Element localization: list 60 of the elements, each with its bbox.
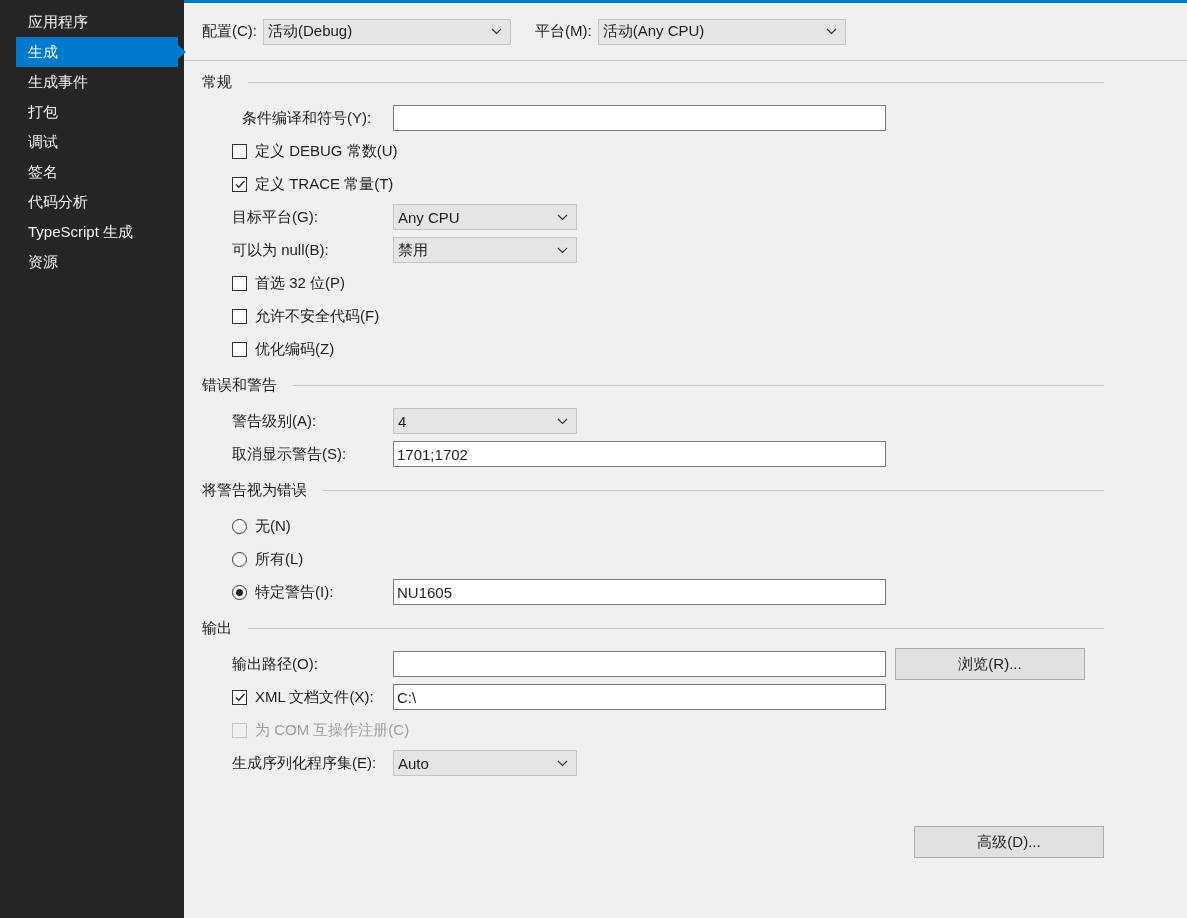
- checkbox-label: 为 COM 互操作注册(C): [255, 720, 410, 740]
- chevron-down-icon: [825, 28, 837, 35]
- field-label: 警告级别(A):: [232, 411, 318, 431]
- checkbox[interactable]: [232, 143, 247, 159]
- radio-label: 无(N): [255, 516, 291, 536]
- field-label: 条件编译和符号(Y):: [241, 108, 373, 128]
- sidebar-item[interactable]: 资源: [16, 247, 186, 277]
- field-label: 生成序列化程序集(E):: [232, 753, 378, 773]
- text-field[interactable]: NU1605: [393, 579, 886, 605]
- browse-button[interactable]: 浏览(R)...: [895, 648, 1085, 680]
- dropdown[interactable]: 活动(Any CPU): [597, 18, 846, 45]
- sidebar-item[interactable]: 生成事件: [16, 67, 186, 97]
- chevron-down-icon: [557, 213, 568, 221]
- section-heading: 常规: [202, 72, 232, 92]
- checkbox[interactable]: [232, 176, 247, 192]
- sidebar-item[interactable]: 代码分析: [16, 187, 186, 217]
- section-heading: 将警告视为错误: [202, 480, 307, 500]
- chevron-down-icon: [557, 246, 568, 254]
- radio-label: 特定警告(I):: [255, 582, 334, 602]
- chevron-down-icon: [557, 759, 568, 767]
- toolbar-label: 配置(C):: [202, 22, 257, 41]
- text-field[interactable]: [393, 651, 886, 677]
- radio-button[interactable]: [232, 518, 247, 534]
- text-field[interactable]: 1701;1702: [393, 441, 886, 467]
- dropdown[interactable]: 4: [393, 408, 577, 434]
- dropdown[interactable]: 活动(Debug): [263, 18, 511, 45]
- sidebar-item[interactable]: 调试: [16, 127, 186, 157]
- checkbox-label: 定义 TRACE 常量(T): [255, 174, 394, 194]
- advanced-button[interactable]: 高级(D)...: [914, 826, 1104, 858]
- radio-label: 所有(L): [255, 549, 304, 569]
- chevron-down-icon: [491, 28, 502, 35]
- checkbox[interactable]: [232, 689, 247, 705]
- sidebar-item[interactable]: 签名: [16, 157, 186, 187]
- radio-button[interactable]: [232, 584, 247, 600]
- checkbox[interactable]: [232, 341, 247, 357]
- field-label: 可以为 null(B):: [232, 240, 330, 260]
- dropdown[interactable]: Any CPU: [393, 204, 577, 230]
- text-field[interactable]: C:\: [393, 684, 886, 710]
- text-field[interactable]: [393, 105, 886, 131]
- section-heading: 错误和警告: [202, 375, 277, 395]
- field-label: 取消显示警告(S):: [232, 444, 348, 464]
- checkbox-label: XML 文档文件(X):: [255, 687, 374, 707]
- dropdown[interactable]: Auto: [393, 750, 577, 776]
- checkbox[interactable]: [232, 308, 247, 324]
- sidebar-item[interactable]: 打包: [16, 97, 186, 127]
- field-label: 输出路径(O):: [232, 654, 319, 674]
- checkbox-label: 首选 32 位(P): [255, 273, 345, 293]
- chevron-down-icon: [557, 417, 568, 425]
- section-heading: 输出: [202, 618, 232, 638]
- sidebar-item[interactable]: TypeScript 生成: [16, 217, 186, 247]
- sidebar-item[interactable]: 生成: [16, 37, 186, 67]
- field-label: 目标平台(G):: [232, 207, 319, 227]
- dropdown[interactable]: 禁用: [393, 237, 577, 263]
- checkbox-label: 优化编码(Z): [255, 339, 335, 359]
- checkbox-label: 允许不安全代码(F): [255, 306, 380, 326]
- checkbox-label: 定义 DEBUG 常数(U): [255, 141, 398, 161]
- toolbar-label: 平台(M):: [535, 22, 592, 41]
- radio-button[interactable]: [232, 551, 247, 567]
- checkbox[interactable]: [232, 275, 247, 291]
- sidebar-item[interactable]: 应用程序: [16, 7, 186, 37]
